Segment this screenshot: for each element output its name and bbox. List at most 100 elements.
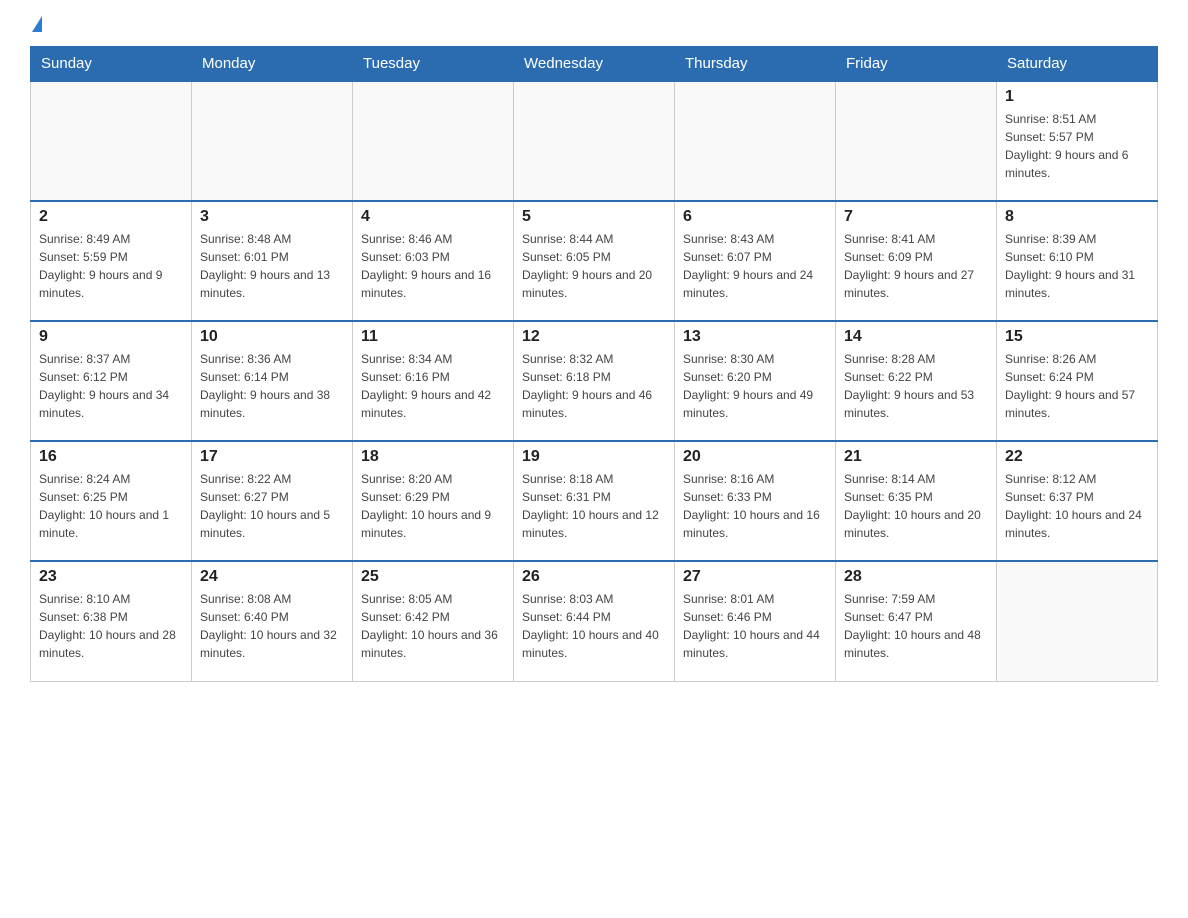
calendar-cell: 7 Sunrise: 8:41 AMSunset: 6:09 PMDaylight… [836,201,997,321]
calendar-cell: 27 Sunrise: 8:01 AMSunset: 6:46 PMDayligh… [675,561,836,681]
day-number: 3 [200,208,344,226]
day-number: 28 [844,568,988,586]
day-info: Sunrise: 8:51 AMSunset: 5:57 PMDaylight:… [1005,110,1149,182]
week-row-4: 16Sunrise: 8:24 AMSunset: 6:25 PMDayligh… [31,441,1158,561]
day-number: 27 [683,568,827,586]
calendar-cell: 28 Sunrise: 7:59 AMSunset: 6:47 PMDayligh… [836,561,997,681]
day-info: Sunrise: 8:32 AMSunset: 6:18 PMDaylight:… [522,350,666,422]
day-number: 17 [200,448,344,466]
day-number: 7 [844,208,988,226]
day-info: Sunrise: 8:08 AMSunset: 6:40 PMDaylight:… [200,590,344,662]
day-number: 16 [39,448,183,466]
calendar-cell: 6 Sunrise: 8:43 AMSunset: 6:07 PMDaylight… [675,201,836,321]
day-number: 15 [1005,328,1149,346]
weekday-header-row: SundayMondayTuesdayWednesdayThursdayFrid… [31,47,1158,82]
day-number: 20 [683,448,827,466]
week-row-1: 1 Sunrise: 8:51 AMSunset: 5:57 PMDaylight… [31,81,1158,201]
calendar-table: SundayMondayTuesdayWednesdayThursdayFrid… [30,46,1158,682]
day-info: Sunrise: 8:37 AMSunset: 6:12 PMDaylight:… [39,350,183,422]
calendar-cell: 10 Sunrise: 8:36 AMSunset: 6:14 PMDayligh… [192,321,353,441]
calendar-cell: 24Sunrise: 8:08 AMSunset: 6:40 PMDayligh… [192,561,353,681]
calendar-cell: 23 Sunrise: 8:10 AMSunset: 6:38 PMDayligh… [31,561,192,681]
calendar-cell: 2 Sunrise: 8:49 AMSunset: 5:59 PMDaylight… [31,201,192,321]
day-number: 8 [1005,208,1149,226]
calendar-cell: 13 Sunrise: 8:30 AMSunset: 6:20 PMDayligh… [675,321,836,441]
day-info: Sunrise: 8:16 AMSunset: 6:33 PMDaylight:… [683,470,827,542]
day-number: 14 [844,328,988,346]
calendar-cell: 18 Sunrise: 8:20 AMSunset: 6:29 PMDayligh… [353,441,514,561]
day-info: Sunrise: 8:20 AMSunset: 6:29 PMDaylight:… [361,470,505,542]
calendar-cell: 19 Sunrise: 8:18 AMSunset: 6:31 PMDayligh… [514,441,675,561]
day-info: Sunrise: 8:30 AMSunset: 6:20 PMDaylight:… [683,350,827,422]
day-number: 11 [361,328,505,346]
day-info: Sunrise: 8:46 AMSunset: 6:03 PMDaylight:… [361,230,505,302]
day-info: Sunrise: 8:48 AMSunset: 6:01 PMDaylight:… [200,230,344,302]
day-number: 13 [683,328,827,346]
calendar-cell: 20 Sunrise: 8:16 AMSunset: 6:33 PMDayligh… [675,441,836,561]
calendar-cell [997,561,1158,681]
weekday-header-saturday: Saturday [997,47,1158,82]
calendar-cell [836,81,997,201]
day-info: Sunrise: 8:10 AMSunset: 6:38 PMDaylight:… [39,590,183,662]
day-info: Sunrise: 8:44 AMSunset: 6:05 PMDaylight:… [522,230,666,302]
day-info: Sunrise: 8:43 AMSunset: 6:07 PMDaylight:… [683,230,827,302]
calendar-cell: 16Sunrise: 8:24 AMSunset: 6:25 PMDayligh… [31,441,192,561]
day-info: Sunrise: 8:41 AMSunset: 6:09 PMDaylight:… [844,230,988,302]
calendar-cell: 14 Sunrise: 8:28 AMSunset: 6:22 PMDayligh… [836,321,997,441]
weekday-header-wednesday: Wednesday [514,47,675,82]
day-number: 10 [200,328,344,346]
day-number: 2 [39,208,183,226]
calendar-cell: 21 Sunrise: 8:14 AMSunset: 6:35 PMDayligh… [836,441,997,561]
day-info: Sunrise: 8:14 AMSunset: 6:35 PMDaylight:… [844,470,988,542]
calendar-cell: 1 Sunrise: 8:51 AMSunset: 5:57 PMDaylight… [997,81,1158,201]
day-number: 12 [522,328,666,346]
calendar-cell: 4 Sunrise: 8:46 AMSunset: 6:03 PMDaylight… [353,201,514,321]
day-number: 1 [1005,88,1149,106]
calendar-cell: 17 Sunrise: 8:22 AMSunset: 6:27 PMDayligh… [192,441,353,561]
day-number: 22 [1005,448,1149,466]
day-info: Sunrise: 8:39 AMSunset: 6:10 PMDaylight:… [1005,230,1149,302]
day-info: Sunrise: 8:28 AMSunset: 6:22 PMDaylight:… [844,350,988,422]
day-number: 5 [522,208,666,226]
day-info: Sunrise: 8:03 AMSunset: 6:44 PMDaylight:… [522,590,666,662]
day-info: Sunrise: 8:34 AMSunset: 6:16 PMDaylight:… [361,350,505,422]
day-info: Sunrise: 8:36 AMSunset: 6:14 PMDaylight:… [200,350,344,422]
calendar-cell: 8 Sunrise: 8:39 AMSunset: 6:10 PMDaylight… [997,201,1158,321]
day-info: Sunrise: 8:18 AMSunset: 6:31 PMDaylight:… [522,470,666,542]
weekday-header-friday: Friday [836,47,997,82]
logo [30,20,42,36]
day-number: 9 [39,328,183,346]
calendar-cell: 5 Sunrise: 8:44 AMSunset: 6:05 PMDaylight… [514,201,675,321]
day-info: Sunrise: 8:22 AMSunset: 6:27 PMDaylight:… [200,470,344,542]
calendar-cell: 11 Sunrise: 8:34 AMSunset: 6:16 PMDayligh… [353,321,514,441]
day-number: 6 [683,208,827,226]
day-number: 26 [522,568,666,586]
calendar-cell: 3 Sunrise: 8:48 AMSunset: 6:01 PMDaylight… [192,201,353,321]
day-info: Sunrise: 8:49 AMSunset: 5:59 PMDaylight:… [39,230,183,302]
day-info: Sunrise: 7:59 AMSunset: 6:47 PMDaylight:… [844,590,988,662]
day-info: Sunrise: 8:26 AMSunset: 6:24 PMDaylight:… [1005,350,1149,422]
page-header [30,20,1158,36]
day-number: 23 [39,568,183,586]
weekday-header-monday: Monday [192,47,353,82]
calendar-cell: 25Sunrise: 8:05 AMSunset: 6:42 PMDayligh… [353,561,514,681]
weekday-header-tuesday: Tuesday [353,47,514,82]
day-info: Sunrise: 8:05 AMSunset: 6:42 PMDaylight:… [361,590,505,662]
day-info: Sunrise: 8:01 AMSunset: 6:46 PMDaylight:… [683,590,827,662]
calendar-cell: 12 Sunrise: 8:32 AMSunset: 6:18 PMDayligh… [514,321,675,441]
calendar-cell [514,81,675,201]
day-number: 21 [844,448,988,466]
calendar-cell [192,81,353,201]
calendar-cell: 9 Sunrise: 8:37 AMSunset: 6:12 PMDaylight… [31,321,192,441]
day-number: 4 [361,208,505,226]
calendar-cell [31,81,192,201]
logo-triangle-icon [32,16,42,32]
calendar-cell: 26 Sunrise: 8:03 AMSunset: 6:44 PMDayligh… [514,561,675,681]
day-info: Sunrise: 8:12 AMSunset: 6:37 PMDaylight:… [1005,470,1149,542]
calendar-cell [353,81,514,201]
day-number: 18 [361,448,505,466]
week-row-2: 2 Sunrise: 8:49 AMSunset: 5:59 PMDaylight… [31,201,1158,321]
calendar-cell: 22 Sunrise: 8:12 AMSunset: 6:37 PMDayligh… [997,441,1158,561]
week-row-3: 9 Sunrise: 8:37 AMSunset: 6:12 PMDaylight… [31,321,1158,441]
day-number: 19 [522,448,666,466]
